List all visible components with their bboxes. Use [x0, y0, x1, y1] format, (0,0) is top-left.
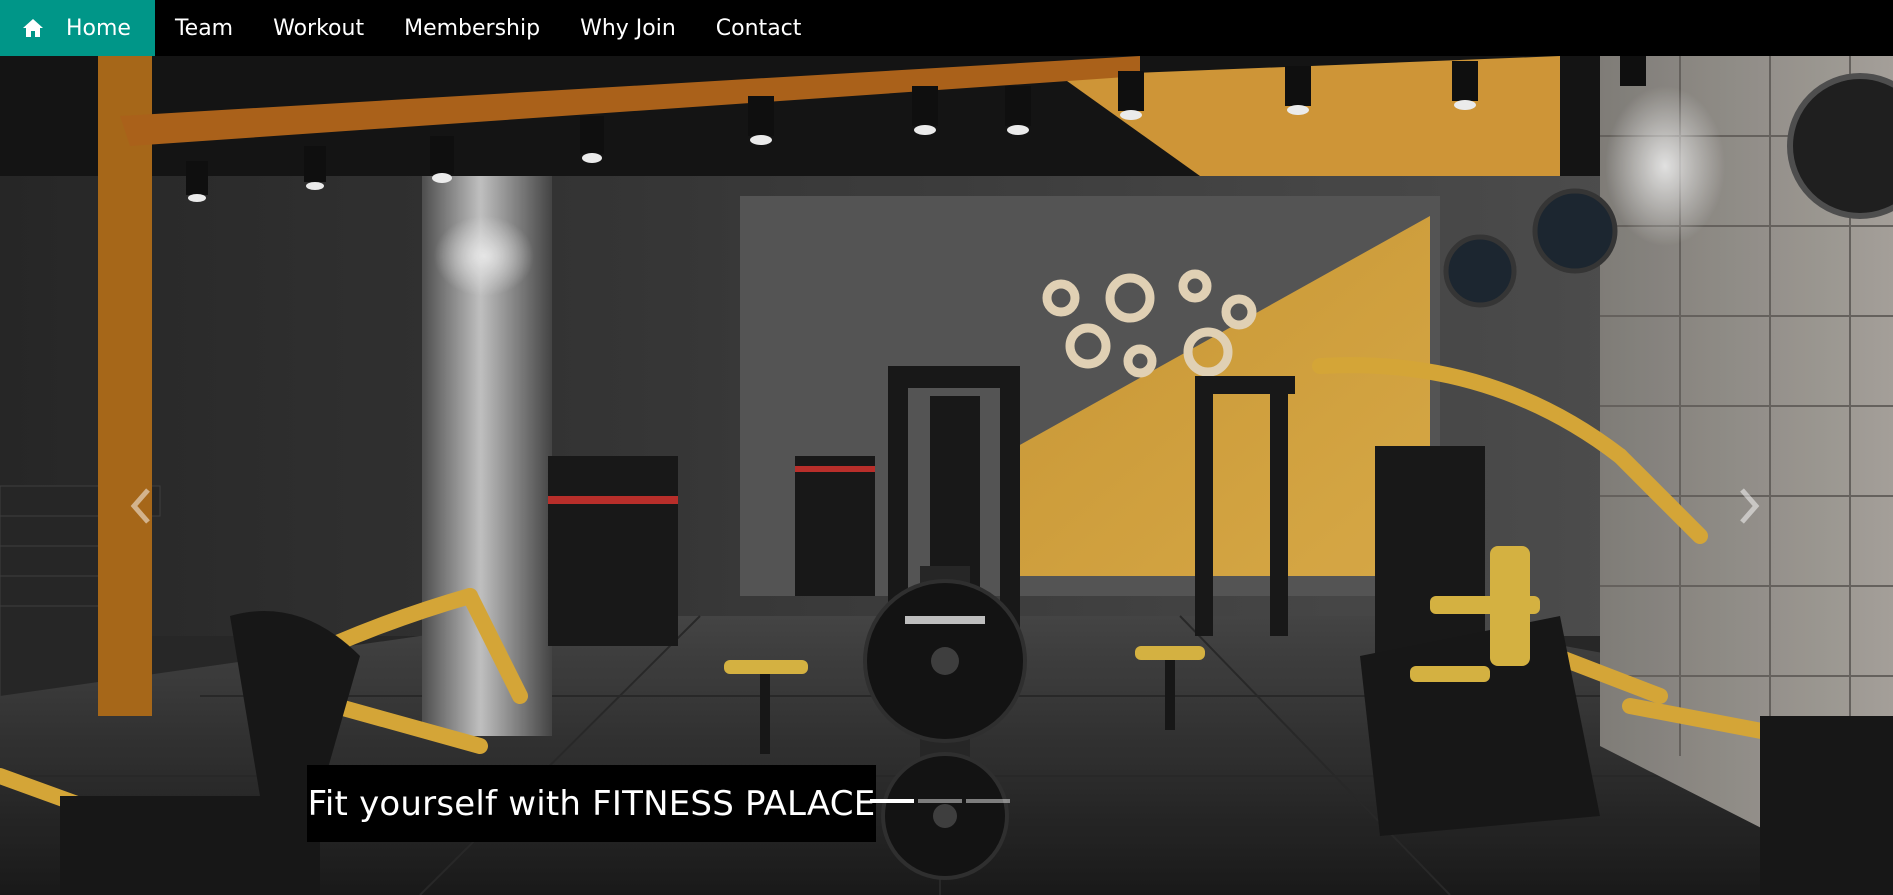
- hero-caption-text: Fit yourself with FITNESS PALACE: [307, 783, 876, 824]
- gym-interior-image: [0, 56, 1893, 895]
- home-icon: [23, 19, 43, 37]
- nav-item-label: Why Join: [580, 15, 676, 41]
- top-navbar: Home Team Workout Membership Why Join Co…: [0, 0, 1893, 56]
- carousel-next-button[interactable]: [1730, 476, 1770, 536]
- chevron-left-icon: [130, 488, 150, 524]
- nav-item-label: Home: [66, 15, 131, 41]
- nav-item-label: Workout: [273, 15, 365, 41]
- chevron-right-icon: [1740, 488, 1760, 524]
- carousel-indicator-1[interactable]: [870, 799, 914, 803]
- carousel-indicator-2[interactable]: [918, 799, 962, 803]
- nav-item-team[interactable]: Team: [155, 0, 257, 56]
- nav-item-label: Membership: [404, 15, 541, 41]
- nav-item-contact[interactable]: Contact: [700, 0, 826, 56]
- hero-caption: Fit yourself with FITNESS PALACE: [307, 765, 876, 842]
- carousel-indicators: [870, 799, 1010, 805]
- carousel-prev-button[interactable]: [120, 476, 160, 536]
- nav-item-why-join[interactable]: Why Join: [564, 0, 700, 56]
- nav-item-label: Team: [174, 15, 234, 41]
- nav-item-workout[interactable]: Workout: [257, 0, 388, 56]
- nav-item-label: Contact: [715, 15, 802, 41]
- carousel-indicator-3[interactable]: [966, 799, 1010, 803]
- hero-carousel: Fit yourself with FITNESS PALACE: [0, 56, 1893, 895]
- nav-item-membership[interactable]: Membership: [388, 0, 564, 56]
- nav-item-home[interactable]: Home: [0, 0, 155, 56]
